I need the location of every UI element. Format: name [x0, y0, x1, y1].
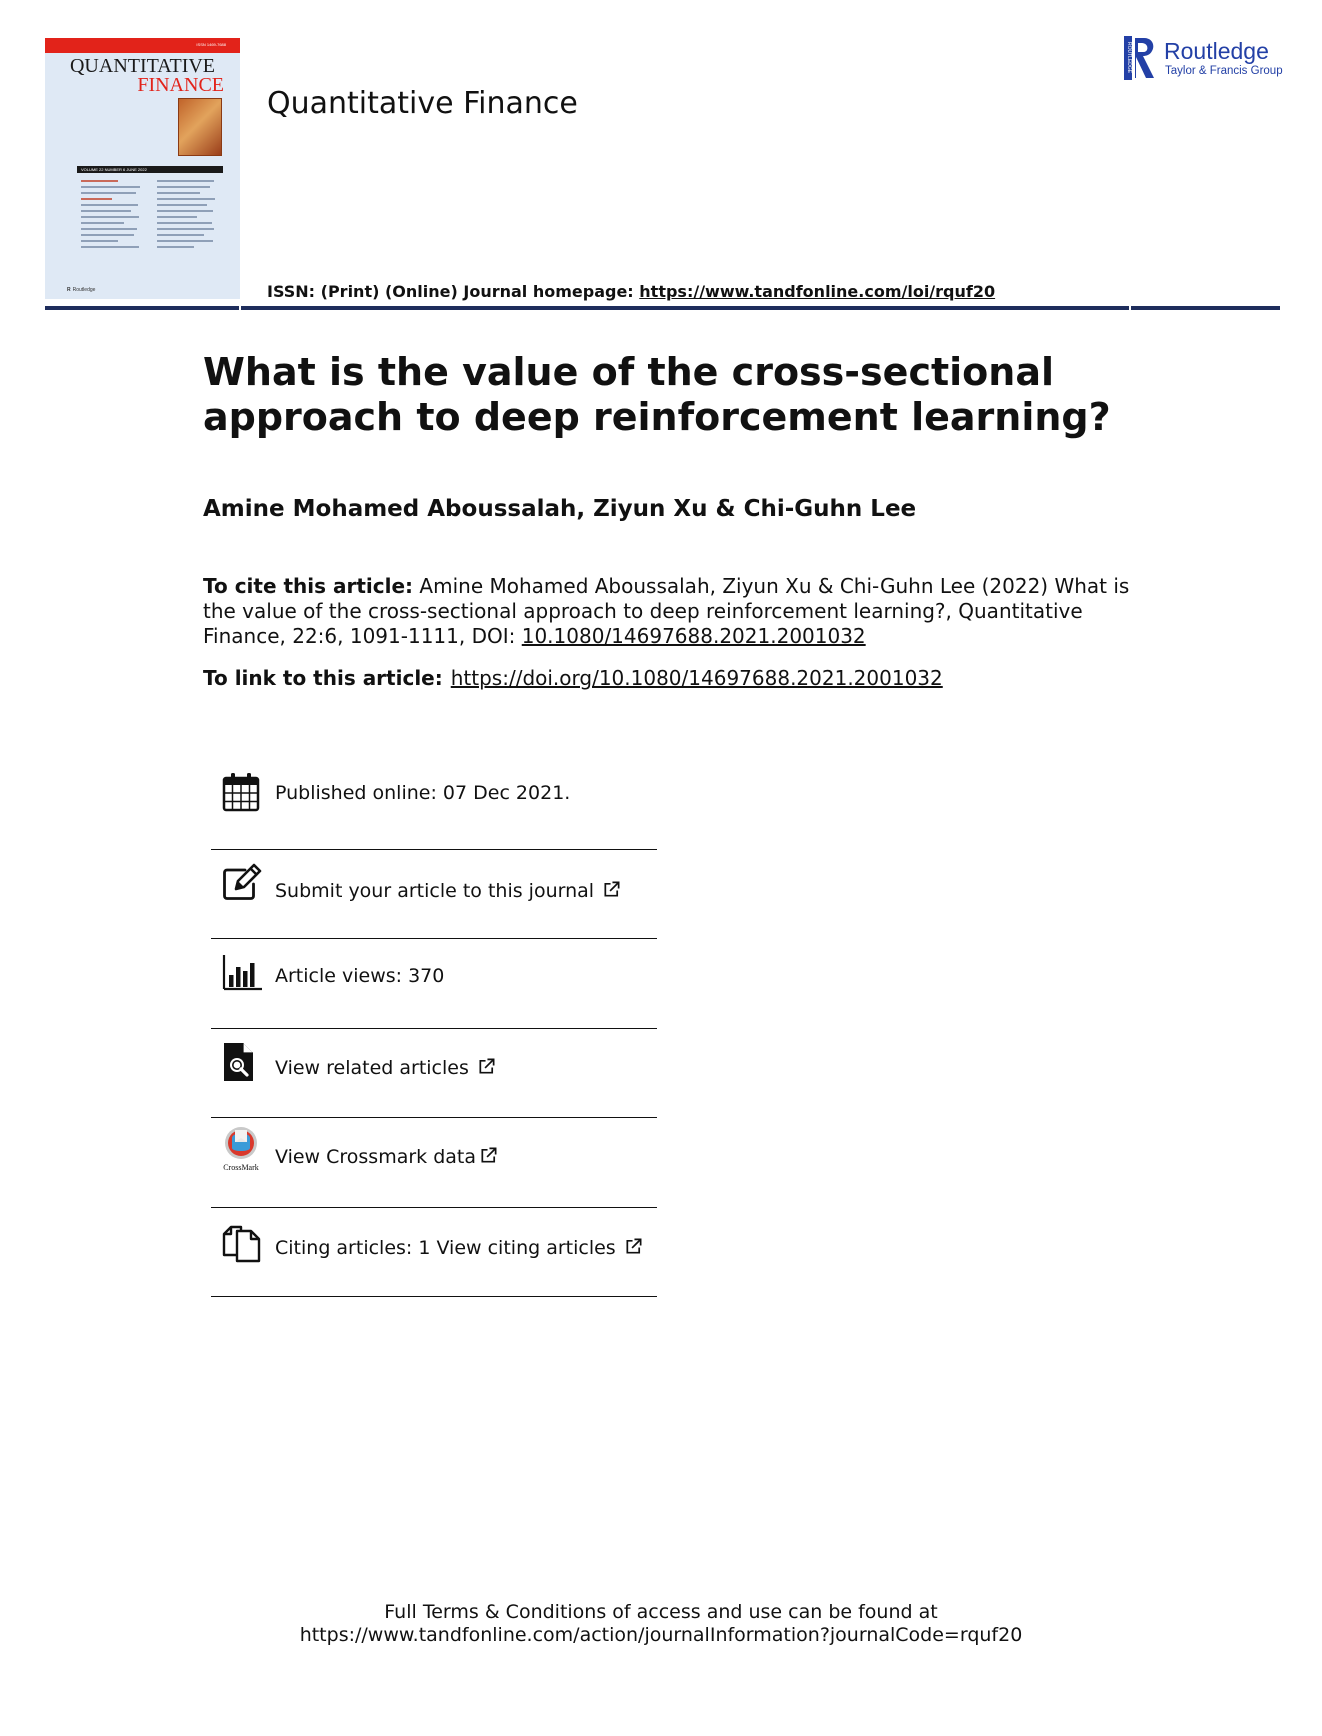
article-doi-link[interactable]: https://doi.org/10.1080/14697688.2021.20… [451, 666, 943, 690]
cover-publisher-mark: R [67, 287, 71, 293]
citing-articles-link[interactable]: Citing articles: 1 View citing articles [275, 1237, 643, 1259]
crossmark-caption: CrossMark [223, 1163, 259, 1172]
crossmark-label: View Crossmark data [275, 1146, 477, 1168]
related-articles-label: View related articles [275, 1056, 469, 1079]
external-link-icon [604, 881, 620, 897]
citing-articles-label: Citing articles: 1 View citing articles [275, 1236, 616, 1259]
journal-homepage-link[interactable]: https://www.tandfonline.com/loi/rquf20 [639, 282, 995, 301]
bar-chart-icon [222, 955, 262, 991]
info-published: Published online: 07 Dec 2021. [211, 760, 657, 850]
article-title: What is the value of the cross-sectional… [203, 350, 1111, 439]
cover-volume-text: VOLUME 22 NUMBER 6 JUNE 2022 [81, 167, 147, 172]
external-link-icon [481, 1147, 497, 1163]
terms-footer: Full Terms & Conditions of access and us… [0, 1601, 1322, 1647]
document-search-icon [224, 1042, 253, 1081]
publisher-group: Taylor & Francis Group [1165, 65, 1283, 77]
cover-red-band: ISSN 1469-7688 [45, 38, 240, 53]
cover-publisher: R Routledge [67, 287, 95, 293]
article-info-list: Published online: 07 Dec 2021. Submit yo… [211, 760, 657, 1297]
routledge-r-icon: ROUTLEDGE [1124, 36, 1154, 80]
info-views: Article views: 370 [211, 939, 657, 1029]
cover-publisher-name: Routledge [72, 287, 96, 293]
article-authors: Amine Mohamed Aboussalah, Ziyun Xu & Chi… [203, 496, 917, 522]
cover-title-line2: FINANCE [137, 74, 224, 96]
cover-portrait [178, 98, 222, 156]
published-date: Published online: 07 Dec 2021. [275, 782, 571, 804]
external-link-icon [479, 1058, 495, 1074]
cite-label: To cite this article: [203, 574, 414, 598]
svg-text:ROUTLEDGE: ROUTLEDGE [1126, 42, 1132, 74]
journal-cover-image: ISSN 1469-7688 QUANTITATIVE FINANCE VOLU… [45, 38, 240, 299]
publisher-name: Routledge [1164, 38, 1269, 64]
cite-doi-link[interactable]: 10.1080/14697688.2021.2001032 [522, 624, 866, 648]
edit-icon [223, 863, 262, 900]
crossmark-link[interactable]: View Crossmark data [275, 1146, 498, 1168]
journal-name: Quantitative Finance [267, 86, 578, 121]
external-link-icon [626, 1238, 642, 1254]
info-crossmark[interactable]: CrossMark View Crossmark data [211, 1118, 657, 1208]
issn-label: ISSN: (Print) (Online) Journal homepage: [267, 282, 640, 301]
citing-documents-icon [222, 1225, 261, 1262]
submit-article-link[interactable]: Submit your article to this journal [275, 880, 621, 902]
calendar-icon [222, 773, 260, 812]
citation-block: To cite this article: Amine Mohamed Abou… [203, 574, 1133, 649]
issn-homepage-line: ISSN: (Print) (Online) Journal homepage:… [267, 282, 995, 301]
routledge-logo[interactable]: ROUTLEDGE Routledge Taylor & Francis Gro… [1124, 36, 1284, 84]
info-related[interactable]: View related articles [211, 1029, 657, 1118]
related-articles-link[interactable]: View related articles [275, 1057, 496, 1079]
cover-issn: ISSN 1469-7688 [196, 42, 226, 47]
info-citing[interactable]: Citing articles: 1 View citing articles [211, 1208, 657, 1297]
terms-url[interactable]: https://www.tandfonline.com/action/journ… [0, 1624, 1322, 1647]
article-views: Article views: 370 [275, 965, 445, 987]
article-link-row: To link to this article: https://doi.org/… [203, 666, 943, 690]
info-submit[interactable]: Submit your article to this journal [211, 850, 657, 939]
link-label: To link to this article: [203, 666, 443, 690]
header-rule [45, 306, 1280, 310]
cover-volume-bar: VOLUME 22 NUMBER 6 JUNE 2022 [77, 166, 223, 173]
crossmark-icon: CrossMark [223, 1127, 259, 1172]
submit-article-label: Submit your article to this journal [275, 879, 595, 902]
terms-line: Full Terms & Conditions of access and us… [384, 1601, 938, 1623]
